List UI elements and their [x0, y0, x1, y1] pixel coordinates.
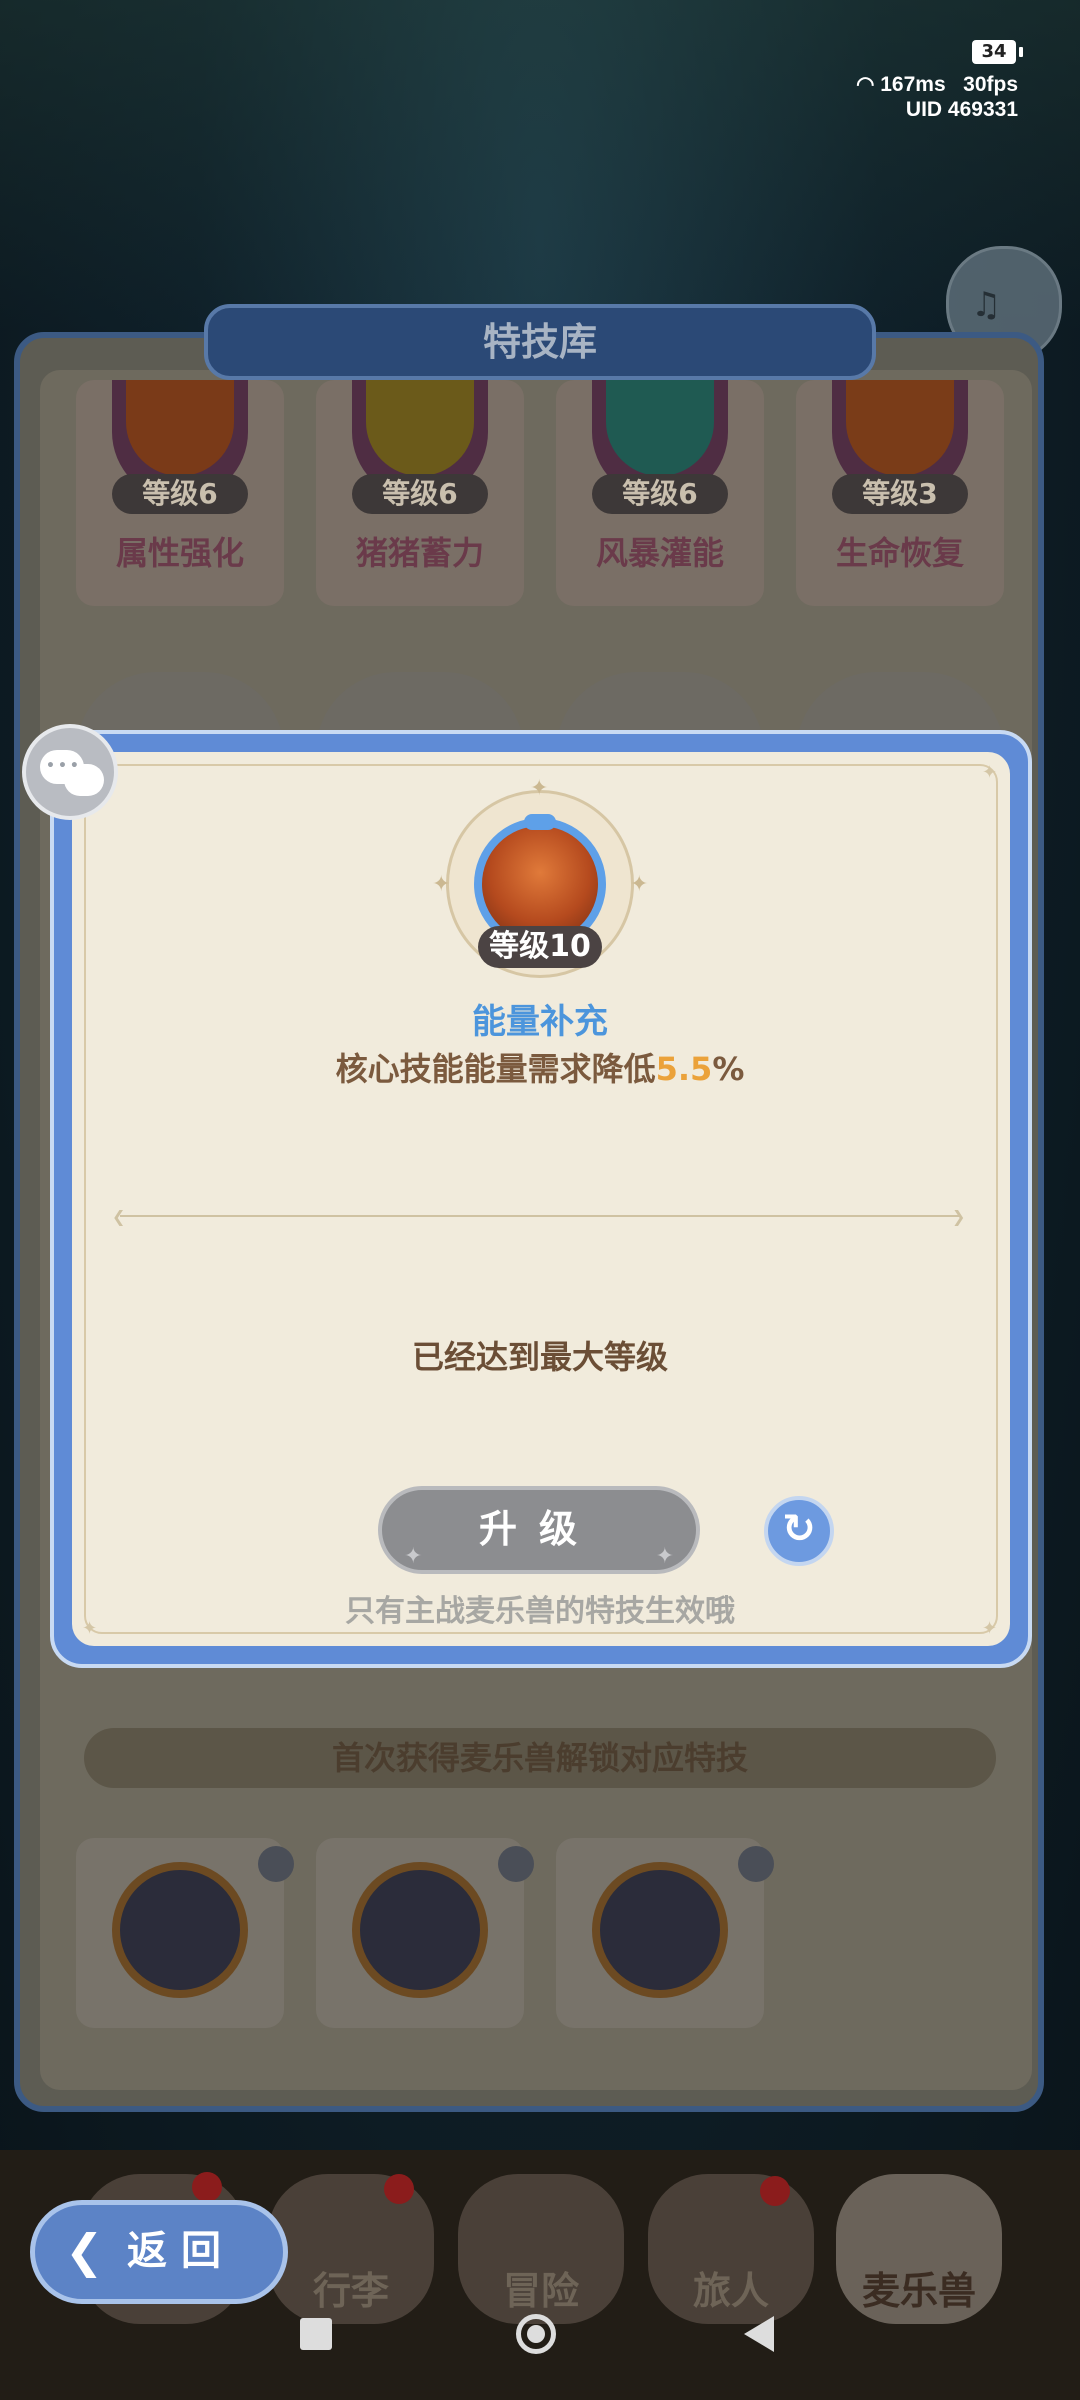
- max-level-text: 已经达到最大等级: [411, 1338, 668, 1376]
- panel-title: 特技库: [204, 304, 876, 380]
- fox-portrait-icon: [482, 826, 598, 942]
- locked-skill-card[interactable]: [556, 1838, 774, 2028]
- system-back-icon[interactable]: [744, 2316, 774, 2352]
- skill-level: 等级3: [832, 474, 968, 514]
- skill-card[interactable]: 等级3 生命恢复: [796, 380, 1004, 606]
- notification-dot: [384, 2174, 414, 2204]
- skill-name: 属性强化: [115, 534, 244, 572]
- skill-portrait-icon: [126, 380, 234, 476]
- music-icon: ♫: [971, 285, 1002, 325]
- network-stats: ◠ 167ms 30fps: [856, 72, 1018, 97]
- lock-icon: [738, 1846, 774, 1882]
- active-pet-hint: 只有主战麦乐兽的特技生效哦: [345, 1594, 735, 1629]
- locked-skill-portrait: [592, 1862, 728, 1998]
- diamond-icon: ✦: [404, 1544, 423, 1569]
- battery-indicator: 34: [972, 40, 1023, 64]
- skill-card[interactable]: 等级6 属性强化: [76, 380, 284, 606]
- home-icon[interactable]: [516, 2314, 556, 2354]
- skill-portrait-icon: [846, 380, 954, 476]
- nav-tab-label: 旅人: [692, 2269, 769, 2313]
- corner-ornament: ✦: [982, 762, 998, 783]
- back-button-label: 返回: [127, 2228, 235, 2274]
- skill-level: 等级6: [352, 474, 488, 514]
- locked-skill-card[interactable]: [316, 1838, 534, 2028]
- skill-description-value: 5.5: [655, 1050, 713, 1088]
- skill-description-unit: %: [712, 1050, 745, 1088]
- wifi-icon: ◠: [856, 73, 875, 96]
- notification-dot: [760, 2176, 790, 2206]
- nav-tab-label: 行李: [312, 2269, 389, 2313]
- skill-name: 风暴灌能: [595, 534, 724, 572]
- scene-grass: [0, 0, 1080, 330]
- back-button[interactable]: ❮ 返回: [30, 2200, 288, 2304]
- lock-icon: [498, 1846, 534, 1882]
- chat-dots: •••: [46, 758, 82, 774]
- skill-portrait-icon: [606, 380, 714, 476]
- divider-ornament: ❯: [952, 1207, 966, 1226]
- nav-tab-traveler[interactable]: 旅人: [648, 2174, 814, 2324]
- unlock-hint-bar: 首次获得麦乐兽解锁对应特技: [84, 1728, 996, 1788]
- skill-level: 等级6: [112, 474, 248, 514]
- locked-skill-portrait: [352, 1862, 488, 1998]
- skill-portrait-icon: [366, 380, 474, 476]
- uid-label: UID 469331: [905, 98, 1018, 121]
- bow-icon: [524, 814, 556, 830]
- locked-skill-portrait: [112, 1862, 248, 1998]
- skill-name: 生命恢复: [835, 534, 964, 572]
- nav-tab-label: 冒险: [502, 2269, 579, 2313]
- chat-button[interactable]: •••: [22, 724, 118, 820]
- nav-tab-pets[interactable]: 麦乐兽: [836, 2174, 1002, 2324]
- lock-icon: [258, 1846, 294, 1882]
- skill-card[interactable]: 等级6 猪猪蓄力: [316, 380, 524, 606]
- ping-value: 167ms: [880, 73, 946, 96]
- skill-emblem: ✦ ✦ ✦ 等级10: [432, 776, 648, 978]
- recent-apps-icon[interactable]: [300, 2318, 332, 2350]
- nav-tab-label: 麦乐兽: [861, 2269, 976, 2313]
- locked-skill-card[interactable]: [76, 1838, 294, 2028]
- upgrade-button[interactable]: ✦ 升级 ✦: [378, 1486, 700, 1574]
- diamond-icon: ✦: [655, 1544, 674, 1569]
- fps-value: 30fps: [963, 73, 1018, 96]
- nav-tab-adventure[interactable]: 冒险: [458, 2174, 624, 2324]
- sparkle-icon: ✦: [630, 872, 649, 897]
- skill-name: 猪猪蓄力: [355, 534, 484, 572]
- sparkle-icon: ✦: [432, 872, 451, 897]
- notification-dot: [192, 2172, 222, 2202]
- refresh-icon: ↻: [782, 1506, 816, 1552]
- skill-card[interactable]: 等级6 风暴灌能: [556, 380, 764, 606]
- skill-level-badge: 等级10: [478, 926, 602, 968]
- upgrade-button-label: 升级: [478, 1507, 599, 1551]
- refresh-button[interactable]: ↻: [764, 1496, 834, 1566]
- skill-description: 核心技能能量需求降低5.5%: [0, 1044, 1080, 1090]
- skill-title: 能量补充: [472, 1002, 608, 1042]
- skill-level: 等级6: [592, 474, 728, 514]
- sparkle-icon: ✦: [530, 776, 549, 801]
- divider: [120, 1215, 960, 1217]
- skill-description-text: 核心技能能量需求降低: [335, 1050, 656, 1088]
- back-arrow-icon: ❮: [65, 2224, 104, 2278]
